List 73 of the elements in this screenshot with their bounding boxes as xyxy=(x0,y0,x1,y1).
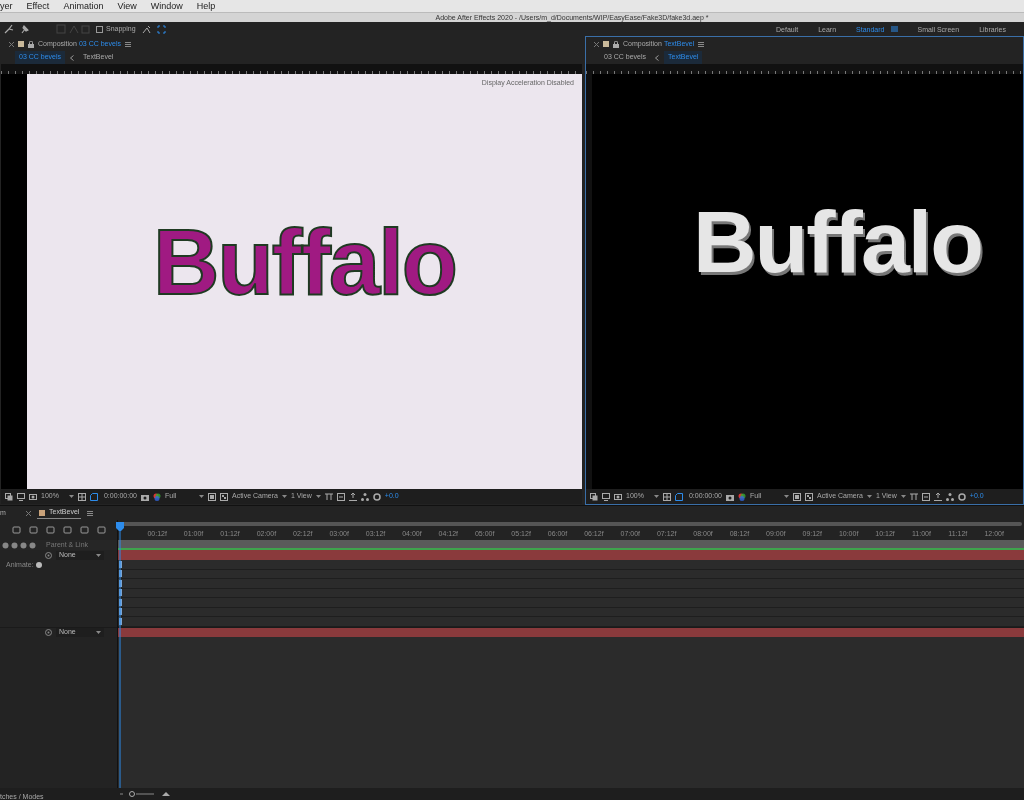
menu-item[interactable]: Window xyxy=(150,1,183,11)
caret-icon[interactable] xyxy=(784,495,789,498)
caret-icon xyxy=(96,631,101,634)
settings-icon[interactable] xyxy=(957,492,966,501)
menu-item[interactable]: Animation xyxy=(63,1,104,11)
fast-preview-icon[interactable] xyxy=(208,492,216,501)
pin-icon[interactable] xyxy=(20,24,30,34)
close-icon[interactable] xyxy=(594,41,599,47)
layers-icon[interactable] xyxy=(590,492,598,501)
flowchart-icon[interactable] xyxy=(360,492,369,501)
close-icon[interactable] xyxy=(26,510,31,516)
caret-icon[interactable] xyxy=(315,495,321,498)
caret-icon xyxy=(96,553,101,557)
buffalo-text: Buffalo xyxy=(153,215,456,308)
settings-icon[interactable] xyxy=(372,492,381,501)
menu-item[interactable]: Help xyxy=(196,1,216,11)
pen-tool-icon[interactable] xyxy=(4,24,14,34)
chevron-left-icon[interactable] xyxy=(70,54,75,61)
toggle-pixel-icon[interactable] xyxy=(909,492,918,501)
spiral-icon[interactable] xyxy=(45,629,52,636)
caret-icon[interactable] xyxy=(68,495,74,498)
camera-icon[interactable] xyxy=(726,492,734,501)
keyframe-marker-icon[interactable] xyxy=(119,560,122,568)
caret-icon[interactable] xyxy=(653,495,659,498)
keyframe-marker-icon[interactable] xyxy=(119,589,122,597)
monitor-icon[interactable] xyxy=(602,492,610,501)
reset-exposure-icon[interactable] xyxy=(921,492,930,501)
caret-icon[interactable] xyxy=(866,495,872,498)
buffalo-text: Buffalo xyxy=(692,197,983,286)
comp-swatch-icon xyxy=(603,41,609,47)
menu-item[interactable]: yer xyxy=(0,1,13,11)
menu-item[interactable]: View xyxy=(117,1,137,11)
region-icon[interactable] xyxy=(674,492,683,501)
grid-icon[interactable] xyxy=(77,492,86,501)
color-channels-icon[interactable] xyxy=(153,492,161,501)
layers-icon[interactable] xyxy=(5,492,13,501)
toggle-pixel-icon[interactable] xyxy=(324,492,333,501)
caret-icon[interactable] xyxy=(900,495,906,498)
lock-icon[interactable] xyxy=(613,40,619,48)
lock-icon[interactable] xyxy=(28,40,34,48)
align-icons-icon xyxy=(56,24,90,34)
flowchart-icon[interactable] xyxy=(945,492,954,501)
close-icon[interactable] xyxy=(9,41,14,47)
caret-icon[interactable] xyxy=(199,495,204,498)
transparency-grid-icon[interactable] xyxy=(220,492,228,501)
expand-icon[interactable] xyxy=(156,24,166,34)
comp-swatch-icon xyxy=(39,509,45,516)
chevron-left-icon[interactable] xyxy=(655,54,660,61)
fast-preview-icon[interactable] xyxy=(793,492,801,501)
export-icon[interactable] xyxy=(933,492,942,501)
color-channels-icon[interactable] xyxy=(738,492,746,501)
comp-swatch-icon xyxy=(18,41,24,47)
snap-tool-icon[interactable] xyxy=(141,24,151,34)
playhead-icon[interactable] xyxy=(116,522,124,788)
monitor-icon[interactable] xyxy=(17,492,25,501)
transparency-grid-icon[interactable] xyxy=(805,492,813,501)
export-icon[interactable] xyxy=(348,492,357,501)
spiral-icon[interactable] xyxy=(45,551,52,559)
keyframe-marker-icon[interactable] xyxy=(119,570,122,578)
mask-icon[interactable] xyxy=(614,492,622,501)
keyframe-marker-icon[interactable] xyxy=(119,608,122,616)
caret-icon[interactable] xyxy=(281,495,287,498)
keyframe-marker-icon[interactable] xyxy=(119,617,122,625)
reset-exposure-icon[interactable] xyxy=(336,492,345,501)
menu-item[interactable]: Effect xyxy=(26,1,50,11)
keyframe-marker-icon[interactable] xyxy=(119,579,122,587)
camera-icon[interactable] xyxy=(141,492,149,501)
zoom-slider-icon[interactable] xyxy=(120,791,170,797)
region-icon[interactable] xyxy=(89,492,98,501)
mask-icon[interactable] xyxy=(29,492,37,501)
add-icon[interactable] xyxy=(35,562,42,568)
grid-icon[interactable] xyxy=(662,492,671,501)
keyframe-marker-icon[interactable] xyxy=(119,598,122,606)
